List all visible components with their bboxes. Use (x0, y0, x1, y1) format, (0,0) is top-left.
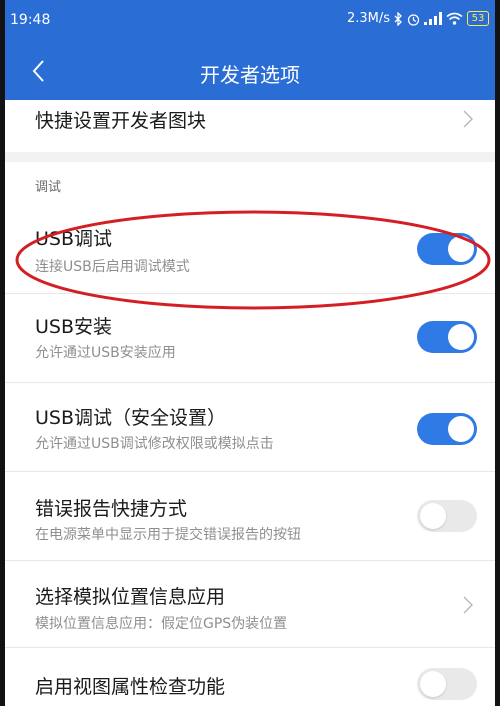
network-speed: 2.3M/s (346, 11, 390, 26)
status-bar: 19:48 2.3M/s 53 (5, 0, 495, 40)
setting-usb-install[interactable]: USB安装 允许通过USB安装应用 (5, 294, 495, 383)
row-title: 选择模拟位置信息应用 (35, 586, 226, 608)
section-label: 调试 (35, 180, 62, 195)
battery-icon: 53 (467, 11, 489, 26)
toggle-switch[interactable] (417, 321, 477, 353)
section-divider (5, 152, 495, 162)
alarm-icon (407, 13, 420, 26)
row-subtitle: 连接USB后启用调试模式 (35, 259, 190, 275)
toggle-switch[interactable] (417, 668, 477, 700)
setting-view-attribute-inspection[interactable]: 启用视图属性检查功能 (5, 648, 495, 706)
app-header: 19:48 2.3M/s 53 开发者选项 (5, 0, 495, 100)
quick-settings-row[interactable]: 快捷设置开发者图块 (5, 100, 495, 152)
status-time: 19:48 (10, 12, 51, 28)
phone-screen: 19:48 2.3M/s 53 开发者选项 快捷设置开发者图块 调试 USB调试… (5, 0, 495, 706)
row-subtitle: 允许通过USB调试修改权限或模拟点击 (35, 436, 274, 452)
row-title: USB调试（安全设置） (35, 407, 227, 429)
row-subtitle: 在电源菜单中显示用于提交错误报告的按钮 (35, 527, 301, 543)
signal-icon (424, 12, 442, 25)
title-bar: 开发者选项 (5, 45, 495, 97)
chevron-right-icon (463, 110, 473, 128)
status-indicators: 2.3M/s 53 (347, 11, 489, 26)
row-subtitle: 允许通过USB安装应用 (35, 345, 176, 361)
setting-bug-report-shortcut[interactable]: 错误报告快捷方式 在电源菜单中显示用于提交错误报告的按钮 (5, 472, 495, 561)
page-title: 开发者选项 (200, 63, 300, 87)
toggle-switch[interactable] (417, 500, 477, 532)
row-title: 快捷设置开发者图块 (35, 110, 207, 132)
settings-list: 快捷设置开发者图块 调试 USB调试 连接USB后启用调试模式 USB安装 允许… (5, 100, 495, 706)
chevron-right-icon (463, 596, 473, 614)
wifi-icon (446, 12, 463, 25)
row-title: USB调试 (35, 228, 113, 250)
row-subtitle: 模拟位置信息应用：假定位GPS伪装位置 (35, 616, 288, 632)
row-title: 启用视图属性检查功能 (35, 676, 226, 698)
toggle-switch[interactable] (417, 233, 477, 265)
row-title: 错误报告快捷方式 (35, 498, 188, 520)
row-title: USB安装 (35, 316, 113, 338)
setting-usb-debugging-security[interactable]: USB调试（安全设置） 允许通过USB调试修改权限或模拟点击 (5, 383, 495, 472)
bluetooth-icon (394, 11, 402, 26)
toggle-switch[interactable] (417, 413, 477, 445)
setting-usb-debugging[interactable]: USB调试 连接USB后启用调试模式 (5, 204, 495, 294)
setting-mock-location-app[interactable]: 选择模拟位置信息应用 模拟位置信息应用：假定位GPS伪装位置 (5, 561, 495, 648)
